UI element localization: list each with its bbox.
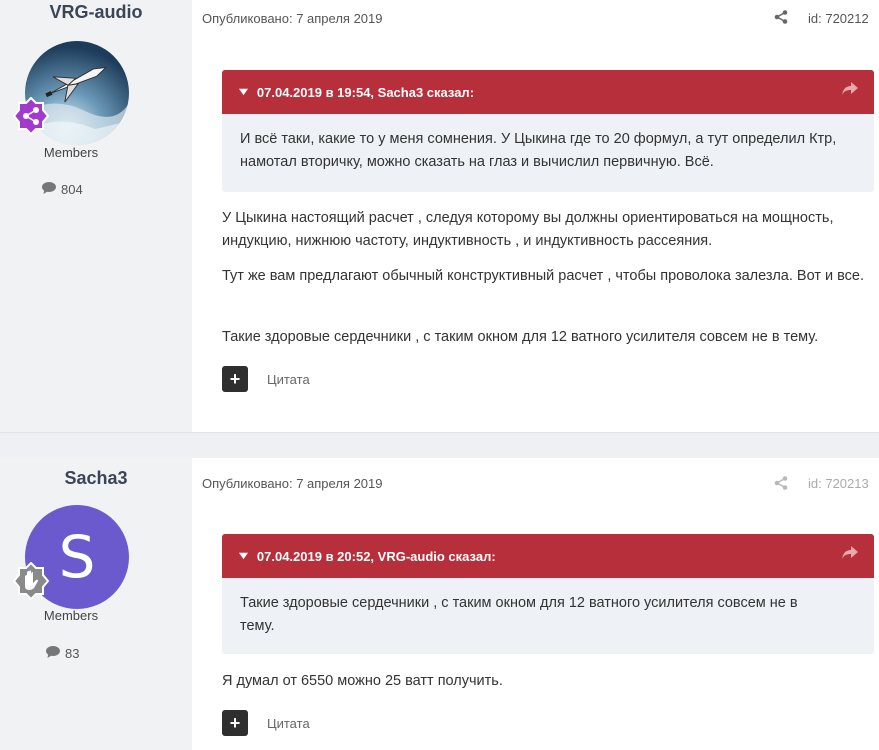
post-paragraph: Я думал от 6550 можно 25 ватт получить. xyxy=(222,673,503,689)
post-content: Опубликовано: 7 апреля 2019 id: 720213 ▼… xyxy=(192,458,879,750)
post-count-value: 804 xyxy=(61,182,83,197)
post-paragraph: Тут же вам предлагают обычный конструкти… xyxy=(222,268,865,284)
author-panel: VRG-audio Members 804 xyxy=(0,0,192,432)
post-content: Опубликовано: 7 апреля 2019 id: 720212 ▼… xyxy=(192,0,879,432)
plus-icon: + xyxy=(229,713,241,733)
quote-citation: 07.04.2019 в 19:54, Sacha3 сказал: xyxy=(256,84,475,100)
post-720212: VRG-audio Members 804 Опубликовано: 7 ап… xyxy=(0,0,879,432)
comment-icon xyxy=(46,646,60,661)
multiquote-plus-button[interactable]: + xyxy=(222,710,248,736)
comment-icon xyxy=(42,182,56,197)
member-group: Members xyxy=(43,145,99,160)
post-count[interactable]: 804 xyxy=(42,182,83,197)
quote-block: ▼ 07.04.2019 в 20:52, VRG-audio сказал: … xyxy=(222,534,874,654)
quote-block: ▼ 07.04.2019 в 19:54, Sacha3 сказал: И в… xyxy=(222,70,874,192)
chevron-down-icon[interactable]: ▼ xyxy=(236,86,251,98)
quote-button[interactable]: Цитата xyxy=(267,372,310,387)
post-id[interactable]: id: 720213 xyxy=(808,476,869,491)
post-count[interactable]: 83 xyxy=(46,646,79,661)
quote-header[interactable]: ▼ 07.04.2019 в 20:52, VRG-audio сказал: xyxy=(222,534,874,578)
published-date[interactable]: Опубликовано: 7 апреля 2019 xyxy=(202,476,383,491)
author-panel: Sacha3 S Members 83 xyxy=(0,458,192,750)
author-name[interactable]: VRG-audio xyxy=(0,2,192,23)
share-icon[interactable] xyxy=(774,10,788,27)
rank-badge-icon xyxy=(12,96,50,136)
member-group: Members xyxy=(43,608,99,623)
rank-badge-icon xyxy=(12,561,50,601)
post-separator xyxy=(0,432,879,460)
share-icon[interactable] xyxy=(774,476,788,493)
plus-icon: + xyxy=(229,369,241,389)
post-paragraph: У Цыкина настоящий расчет , следуя котор… xyxy=(222,210,834,249)
post-720213: Sacha3 S Members 83 Опубликовано: 7 апре… xyxy=(0,458,879,750)
post-id[interactable]: id: 720212 xyxy=(808,11,869,26)
chevron-down-icon[interactable]: ▼ xyxy=(236,550,251,562)
avatar-letter: S xyxy=(58,523,96,591)
quote-button[interactable]: Цитата xyxy=(267,716,310,731)
post-count-value: 83 xyxy=(65,646,80,661)
reply-arrow-icon[interactable] xyxy=(842,82,858,101)
post-paragraph: Такие здоровые сердечники , с таким окно… xyxy=(222,329,819,345)
quote-text: И всё таки, какие то у меня сомнения. У … xyxy=(240,131,837,170)
quote-header[interactable]: ▼ 07.04.2019 в 19:54, Sacha3 сказал: xyxy=(222,70,874,114)
author-name[interactable]: Sacha3 xyxy=(0,468,192,489)
quote-text: Такие здоровые сердечники , с таким окно… xyxy=(240,595,798,634)
multiquote-plus-button[interactable]: + xyxy=(222,366,248,392)
published-date[interactable]: Опубликовано: 7 апреля 2019 xyxy=(202,11,383,26)
quote-citation: 07.04.2019 в 20:52, VRG-audio сказал: xyxy=(256,548,496,564)
reply-arrow-icon[interactable] xyxy=(842,546,858,565)
